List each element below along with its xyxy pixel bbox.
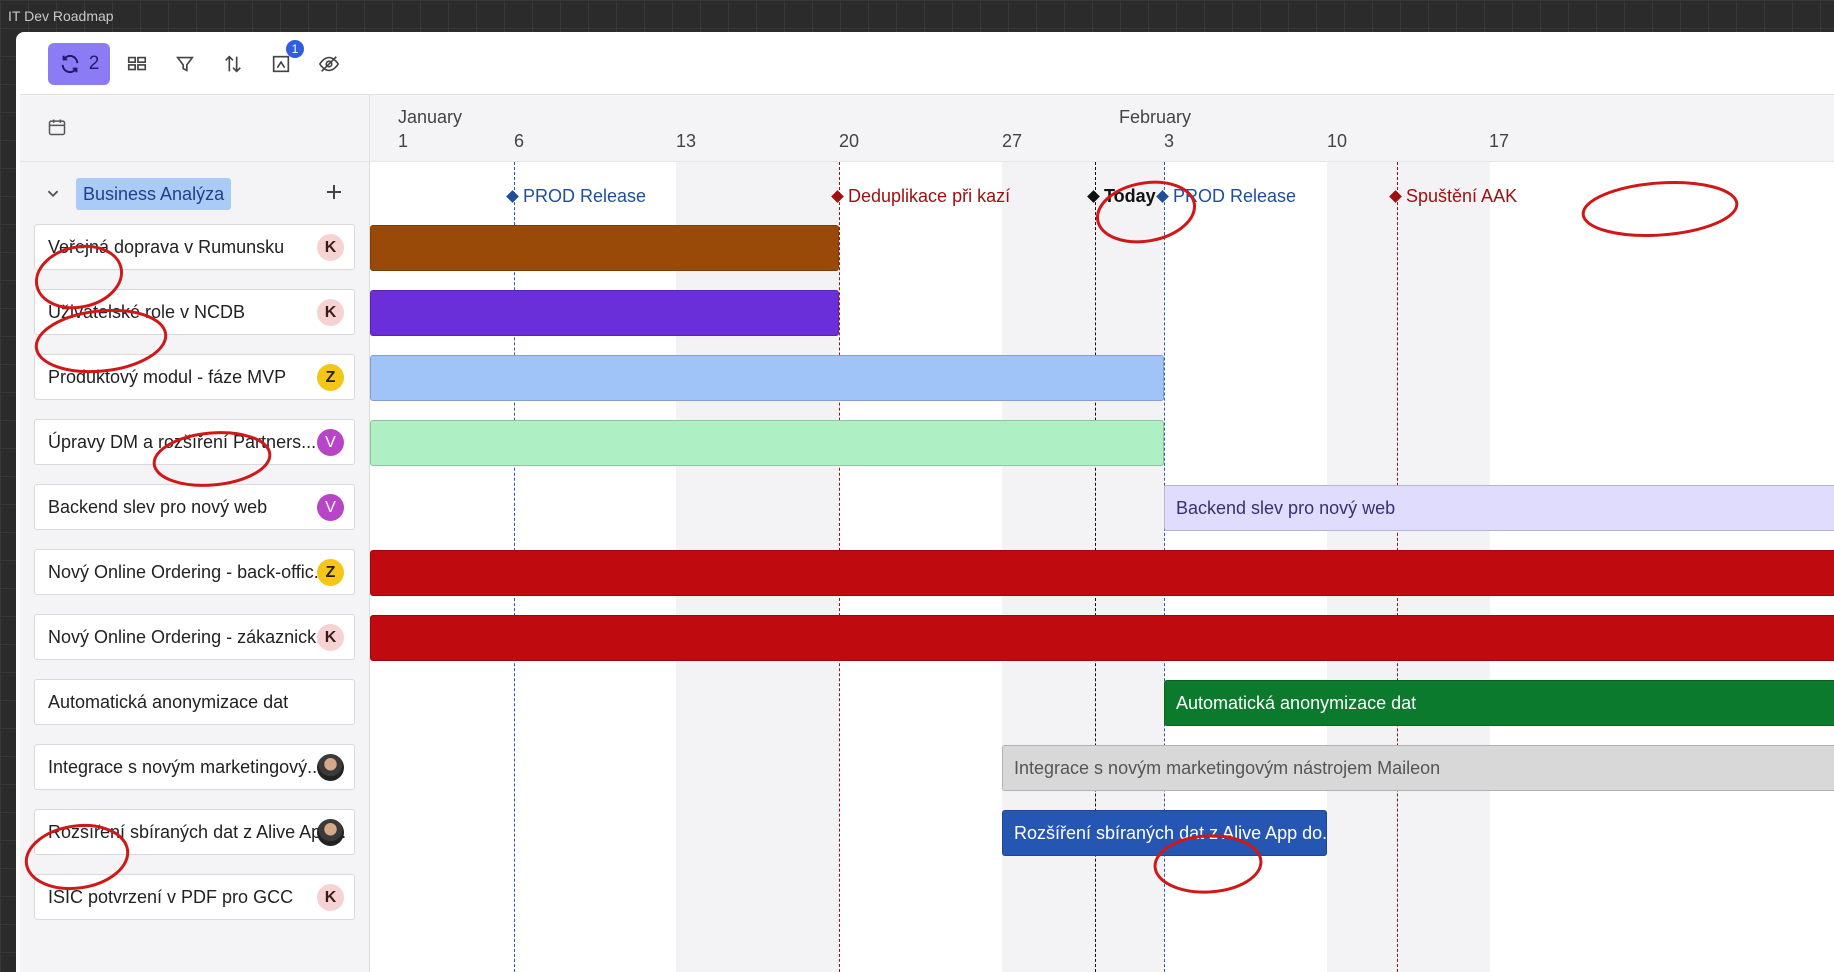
- day-tick: 17: [1488, 131, 1510, 151]
- notification-badge: 1: [286, 40, 304, 58]
- gantt-bar[interactable]: Automatická anonymizace dat: [1164, 680, 1834, 726]
- month-label: February: [1119, 107, 1192, 127]
- item-label: Uživatelské role v NCDB: [48, 302, 246, 322]
- milestone[interactable]: Deduplikace při kazí: [831, 186, 1011, 207]
- gantt-bar[interactable]: [370, 420, 1164, 466]
- item-label: Rozšíření sbíraných dat z Alive App...: [48, 822, 347, 842]
- list-item[interactable]: Nový Online Ordering - back-offic... Z: [34, 549, 355, 595]
- gantt-bar[interactable]: [370, 550, 1834, 596]
- list-item[interactable]: Uživatelské role v NCDB K: [34, 289, 355, 335]
- list-item[interactable]: Nový Online Ordering - zákaznick... K: [34, 614, 355, 660]
- group-chip[interactable]: Business Analýza: [76, 178, 232, 210]
- diamond-icon: [506, 190, 519, 203]
- milestone[interactable]: PROD Release: [1156, 186, 1297, 207]
- day-tick: 20: [838, 131, 860, 151]
- milestone-label: Deduplikace při kazí: [848, 186, 1011, 206]
- gantt-bar[interactable]: Rozšíření sbíraných dat z Alive App do..…: [1002, 810, 1327, 856]
- list-item[interactable]: Rozšíření sbíraných dat z Alive App...: [34, 809, 355, 855]
- bar-label: Automatická anonymizace dat: [1176, 693, 1417, 713]
- milestone-label: PROD Release: [1173, 186, 1297, 206]
- filter-button[interactable]: [164, 43, 206, 85]
- day-tick: 13: [675, 131, 697, 151]
- avatar[interactable]: V: [317, 429, 344, 456]
- month-label: January: [398, 107, 463, 127]
- timeline-body: PROD Release Deduplikace při kazí Today PRO…: [370, 162, 1834, 972]
- day-tick: 10: [1326, 131, 1348, 151]
- bar-label: Rozšíření sbíraných dat z Alive App do..…: [1014, 823, 1327, 843]
- list-item[interactable]: Produktový modul - fáze MVP Z: [34, 354, 355, 400]
- day-tick: 27: [1001, 131, 1023, 151]
- hide-button[interactable]: [308, 43, 350, 85]
- diamond-icon: [1389, 190, 1402, 203]
- layout-icon: [272, 55, 290, 73]
- day-tick: 3: [1163, 131, 1175, 151]
- day-tick: 1: [397, 131, 409, 151]
- item-label: Veřejná doprava v Rumunsku: [48, 237, 285, 257]
- gantt-bar[interactable]: [370, 290, 839, 336]
- sort-icon: [225, 55, 241, 73]
- diamond-icon: [1087, 190, 1100, 203]
- timeline-header: January February 1 6 13 20 27 3 10 17: [370, 95, 1834, 162]
- group-icon: [127, 56, 147, 71]
- list-item[interactable]: Úpravy DM a rozšíření Partners... V: [34, 419, 355, 465]
- avatar[interactable]: Z: [317, 364, 344, 391]
- item-label: Produktový modul - fáze MVP: [48, 367, 287, 387]
- window-title: IT Dev Roadmap: [8, 8, 114, 24]
- gantt-bar[interactable]: [370, 225, 839, 271]
- sync-icon: [61, 54, 79, 74]
- milestone-label: Spuštění AAK: [1406, 186, 1518, 206]
- sync-count: 2: [88, 53, 100, 74]
- list-item[interactable]: Automatická anonymizace dat: [34, 679, 355, 725]
- filter-icon: [176, 56, 194, 72]
- item-label: Úpravy DM a rozšíření Partners...: [48, 432, 317, 452]
- milestone[interactable]: PROD Release: [506, 186, 647, 207]
- eye-off-icon: [318, 56, 340, 72]
- avatar[interactable]: [317, 754, 344, 781]
- group-button[interactable]: [116, 43, 158, 85]
- avatar[interactable]: V: [317, 494, 344, 521]
- avatar[interactable]: Z: [317, 559, 344, 586]
- sort-button[interactable]: [212, 43, 254, 85]
- item-label: Nový Online Ordering - back-offic...: [48, 562, 329, 582]
- milestone[interactable]: Today: [1087, 186, 1156, 207]
- roadmap-card: 2 1 January February 1 6 13 20 27 3 10 1…: [16, 32, 1834, 972]
- gantt-bar[interactable]: Backend slev pro nový web: [1164, 485, 1834, 531]
- avatar[interactable]: K: [317, 234, 344, 261]
- layout-button[interactable]: 1: [260, 40, 304, 85]
- avatar[interactable]: K: [317, 299, 344, 326]
- chevron-down-icon[interactable]: [42, 182, 64, 204]
- diamond-icon: [831, 190, 844, 203]
- list-item[interactable]: Veřejná doprava v Rumunsku K: [34, 224, 355, 270]
- avatar[interactable]: K: [317, 624, 344, 651]
- list-item[interactable]: Integrace s novým marketingový...: [34, 744, 355, 790]
- gantt-bar[interactable]: [370, 615, 1834, 661]
- calendar-icon[interactable]: [47, 117, 67, 137]
- gantt-bar[interactable]: Integrace s novým marketingovým nástroje…: [1002, 745, 1834, 791]
- milestone-label: PROD Release: [523, 186, 647, 206]
- item-label: ISIC potvrzení v PDF pro GCC: [48, 887, 294, 907]
- bar-label: Backend slev pro nový web: [1176, 498, 1396, 518]
- sync-button[interactable]: 2: [48, 43, 110, 85]
- item-label: Integrace s novým marketingový...: [48, 757, 323, 777]
- bar-label: Integrace s novým marketingovým nástroje…: [1014, 758, 1441, 778]
- item-label: Backend slev pro nový web: [48, 497, 268, 517]
- milestone-label: Today: [1104, 186, 1156, 206]
- day-tick: 6: [513, 131, 525, 151]
- item-label: Automatická anonymizace dat: [48, 692, 289, 712]
- item-label: Nový Online Ordering - zákaznick...: [48, 627, 332, 647]
- sidebar: Business Analýza Veřejná doprava v Rumun…: [20, 162, 370, 972]
- toolbar: 2 1: [48, 40, 350, 86]
- group-header: Business Analýza: [20, 162, 369, 224]
- sidebar-header: [20, 95, 370, 162]
- gantt-bar[interactable]: [370, 355, 1164, 401]
- diamond-icon: [1156, 190, 1169, 203]
- list-item[interactable]: ISIC potvrzení v PDF pro GCC K: [34, 874, 355, 920]
- add-item-icon[interactable]: [322, 180, 346, 204]
- milestone[interactable]: Spuštění AAK: [1389, 186, 1518, 207]
- list-item[interactable]: Backend slev pro nový web V: [34, 484, 355, 530]
- avatar[interactable]: K: [317, 884, 344, 911]
- avatar[interactable]: [317, 819, 344, 846]
- gantt: January February 1 6 13 20 27 3 10 17 Bu…: [20, 94, 1834, 972]
